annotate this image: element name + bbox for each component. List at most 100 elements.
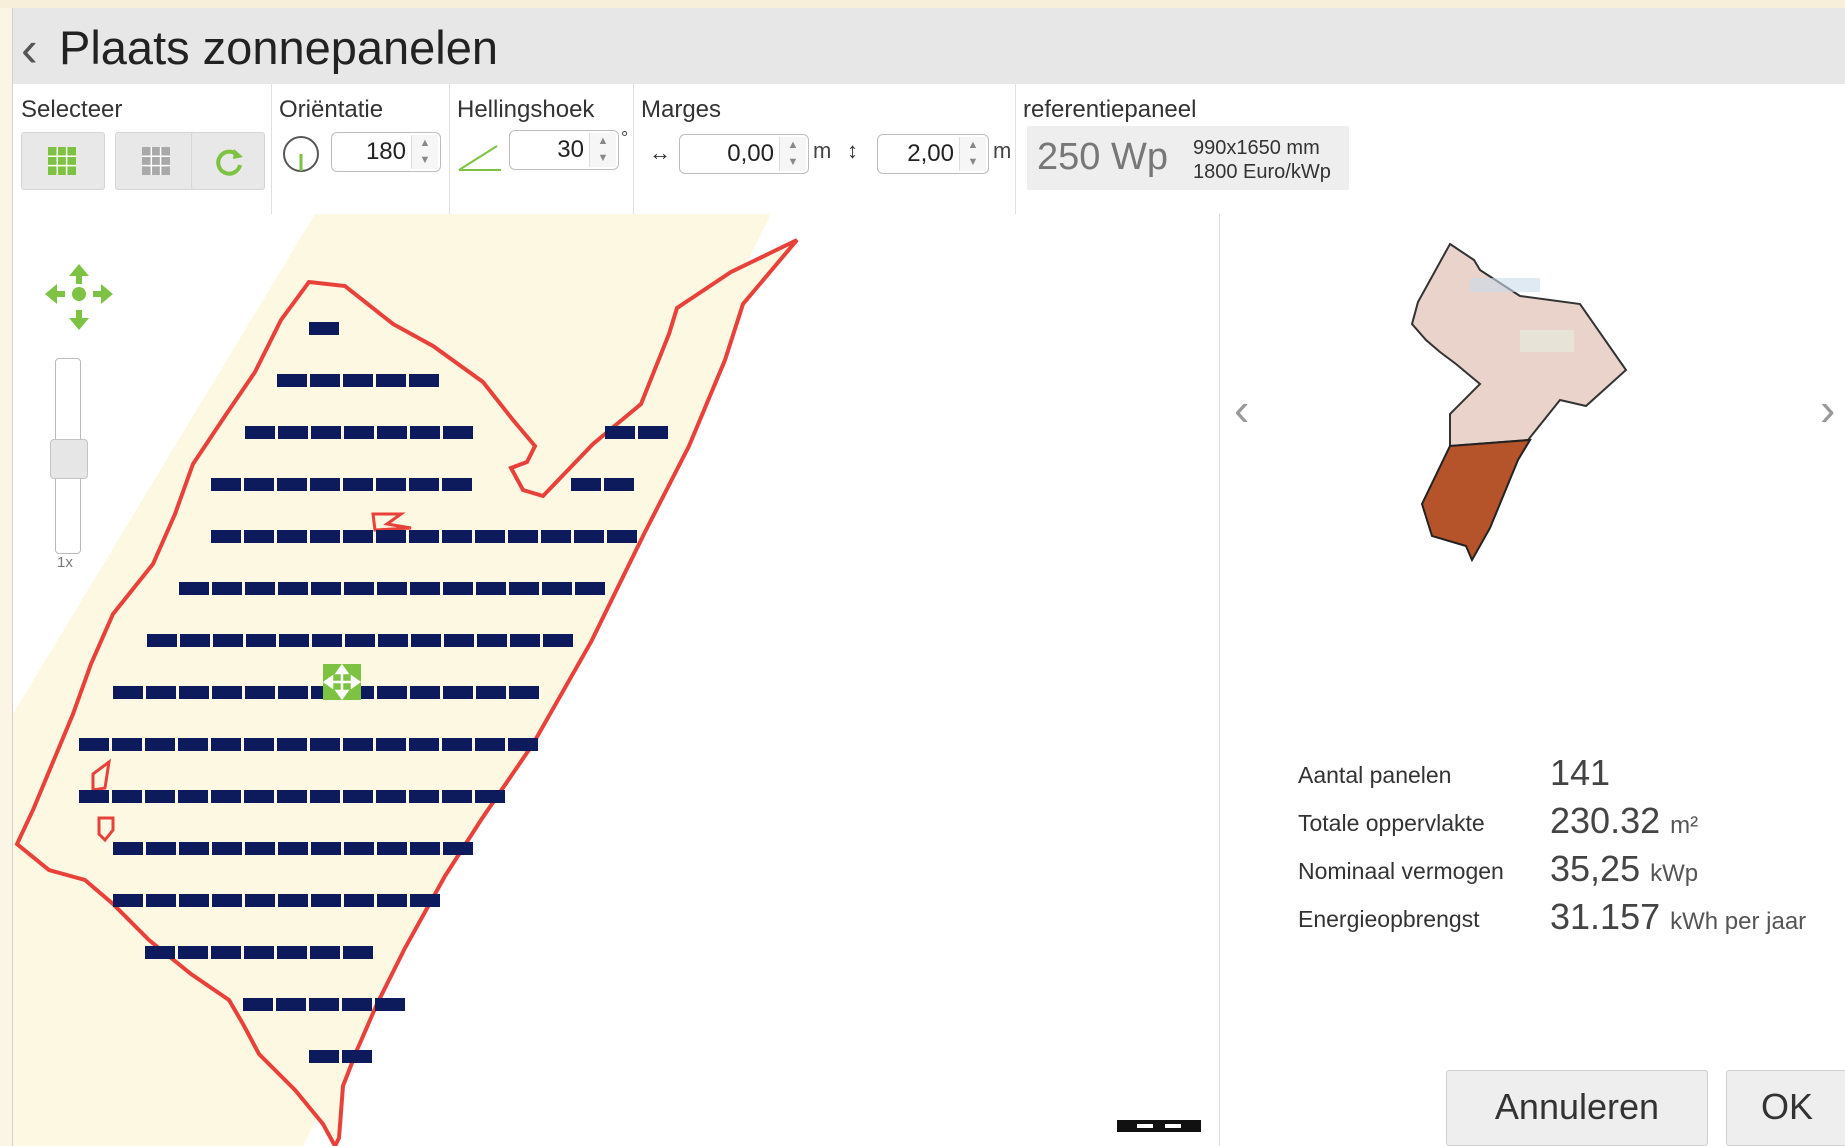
solar-panel[interactable] bbox=[146, 894, 176, 907]
solar-panel[interactable] bbox=[244, 530, 274, 543]
solar-panel[interactable] bbox=[343, 478, 373, 491]
solar-panel[interactable] bbox=[410, 894, 440, 907]
solar-panel[interactable] bbox=[377, 582, 407, 595]
solar-panel[interactable] bbox=[79, 790, 109, 803]
solar-panel[interactable] bbox=[344, 894, 374, 907]
solar-panel[interactable] bbox=[443, 842, 473, 855]
solar-panel[interactable] bbox=[245, 894, 275, 907]
solar-panel[interactable] bbox=[475, 738, 505, 751]
solar-panel[interactable] bbox=[145, 738, 175, 751]
solar-panel[interactable] bbox=[342, 1050, 372, 1063]
solar-panel[interactable] bbox=[377, 426, 407, 439]
solar-panel[interactable] bbox=[342, 998, 372, 1011]
solar-panel[interactable] bbox=[410, 842, 440, 855]
solar-panel[interactable] bbox=[278, 426, 308, 439]
select-none-button[interactable] bbox=[115, 132, 199, 190]
cancel-button[interactable]: Annuleren bbox=[1446, 1070, 1708, 1146]
solar-panel[interactable] bbox=[409, 738, 439, 751]
solar-panel[interactable] bbox=[278, 686, 308, 699]
solar-panel[interactable] bbox=[409, 530, 439, 543]
orientation-stepper[interactable]: 180 ▲ ▼ bbox=[331, 132, 441, 172]
solar-panel[interactable] bbox=[409, 374, 439, 387]
solar-panel[interactable] bbox=[310, 946, 340, 959]
solar-panel[interactable] bbox=[311, 426, 341, 439]
solar-panel[interactable] bbox=[574, 530, 604, 543]
solar-panel[interactable] bbox=[376, 374, 406, 387]
solar-panel[interactable] bbox=[442, 530, 472, 543]
solar-panel[interactable] bbox=[310, 738, 340, 751]
solar-panel[interactable] bbox=[113, 842, 143, 855]
solar-panel[interactable] bbox=[244, 790, 274, 803]
refresh-button[interactable] bbox=[191, 132, 265, 190]
solar-panel[interactable] bbox=[277, 374, 307, 387]
solar-panel[interactable] bbox=[477, 634, 507, 647]
solar-panel[interactable] bbox=[309, 322, 339, 335]
solar-panel[interactable] bbox=[211, 530, 241, 543]
solar-panel[interactable] bbox=[309, 1050, 339, 1063]
solar-panel[interactable] bbox=[113, 686, 143, 699]
solar-panel[interactable] bbox=[443, 582, 473, 595]
solar-panel[interactable] bbox=[508, 530, 538, 543]
solar-panel[interactable] bbox=[377, 686, 407, 699]
solar-panel[interactable] bbox=[311, 582, 341, 595]
solar-panel[interactable] bbox=[278, 582, 308, 595]
solar-panel[interactable] bbox=[310, 478, 340, 491]
pan-control[interactable] bbox=[29, 244, 129, 344]
solar-panel[interactable] bbox=[375, 998, 405, 1011]
solar-panel[interactable] bbox=[243, 998, 273, 1011]
next-chevron-icon[interactable]: › bbox=[1820, 382, 1835, 436]
solar-panel[interactable] bbox=[638, 426, 668, 439]
pan-down-icon[interactable] bbox=[69, 310, 89, 330]
solar-panel[interactable] bbox=[509, 686, 539, 699]
solar-panel[interactable] bbox=[410, 582, 440, 595]
solar-panel[interactable] bbox=[475, 790, 505, 803]
solar-panel[interactable] bbox=[79, 738, 109, 751]
solar-panel[interactable] bbox=[376, 530, 406, 543]
solar-panel[interactable] bbox=[112, 738, 142, 751]
solar-panel[interactable] bbox=[443, 426, 473, 439]
solar-panel[interactable] bbox=[279, 634, 309, 647]
solar-panel[interactable] bbox=[145, 790, 175, 803]
solar-panel[interactable] bbox=[310, 530, 340, 543]
solar-panel[interactable] bbox=[244, 478, 274, 491]
solar-panel[interactable] bbox=[343, 946, 373, 959]
solar-panel[interactable] bbox=[377, 842, 407, 855]
reference-panel-selector[interactable]: 250 Wp 990x1650 mm 1800 Euro/kWp bbox=[1027, 126, 1349, 190]
solar-panel[interactable] bbox=[245, 686, 275, 699]
solar-panel[interactable] bbox=[343, 374, 373, 387]
solar-panel[interactable] bbox=[277, 478, 307, 491]
pan-up-icon[interactable] bbox=[69, 264, 89, 284]
solar-panel[interactable] bbox=[146, 842, 176, 855]
solar-panel[interactable] bbox=[211, 738, 241, 751]
horizontal-margin-spin-arrows[interactable]: ▲ ▼ bbox=[779, 137, 806, 171]
horizontal-margin-stepper[interactable]: 0,00 ▲ ▼ bbox=[679, 134, 809, 174]
solar-panel[interactable] bbox=[604, 478, 634, 491]
solar-panel[interactable] bbox=[476, 582, 506, 595]
solar-panel[interactable] bbox=[246, 634, 276, 647]
solar-panel[interactable] bbox=[442, 478, 472, 491]
solar-panel[interactable] bbox=[376, 478, 406, 491]
solar-panel[interactable] bbox=[543, 634, 573, 647]
solar-panel[interactable] bbox=[179, 842, 209, 855]
move-handle[interactable] bbox=[322, 663, 362, 701]
solar-panel[interactable] bbox=[309, 998, 339, 1011]
solar-panel[interactable] bbox=[411, 634, 441, 647]
solar-panel[interactable] bbox=[276, 998, 306, 1011]
solar-panel[interactable] bbox=[476, 686, 506, 699]
solar-panel[interactable] bbox=[178, 946, 208, 959]
solar-panel[interactable] bbox=[410, 426, 440, 439]
solar-panel[interactable] bbox=[245, 582, 275, 595]
building-thumbnail[interactable] bbox=[1410, 234, 1670, 574]
ok-button[interactable]: OK bbox=[1726, 1070, 1845, 1146]
solar-panel[interactable] bbox=[312, 634, 342, 647]
solar-panel[interactable] bbox=[542, 582, 572, 595]
solar-panel[interactable] bbox=[444, 634, 474, 647]
zoom-slider[interactable] bbox=[50, 358, 88, 554]
solar-panel[interactable] bbox=[213, 634, 243, 647]
solar-panel[interactable] bbox=[211, 790, 241, 803]
solar-panel[interactable] bbox=[344, 426, 374, 439]
solar-panel[interactable] bbox=[344, 842, 374, 855]
solar-panel[interactable] bbox=[378, 634, 408, 647]
solar-panel[interactable] bbox=[443, 686, 473, 699]
solar-panel[interactable] bbox=[377, 894, 407, 907]
